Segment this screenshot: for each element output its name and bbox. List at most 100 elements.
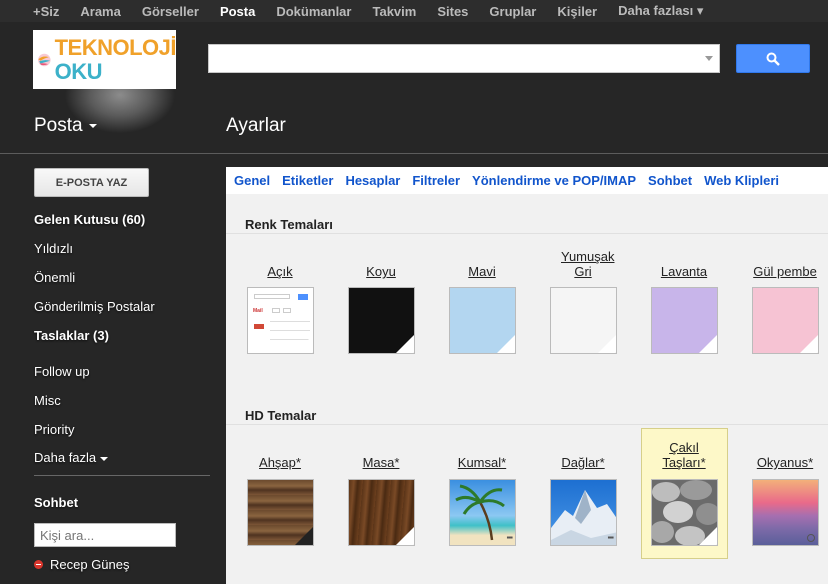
search-button[interactable] bbox=[736, 44, 810, 73]
topnav-groups[interactable]: Gruplar bbox=[489, 4, 536, 19]
theme-label: Çakıl Taşları* bbox=[662, 440, 706, 470]
desk-image-icon bbox=[348, 479, 415, 546]
wood-image-icon bbox=[247, 479, 314, 546]
theme-soft-gray-thumbnail bbox=[550, 287, 617, 354]
theme-label: Masa* bbox=[362, 455, 400, 470]
sidebar-item-inbox[interactable]: Gelen Kutusu (60) bbox=[34, 212, 145, 227]
tab-web-clips[interactable]: Web Klipleri bbox=[704, 173, 779, 188]
page-curl-icon bbox=[699, 335, 717, 353]
theme-soft-gray[interactable]: Yumuşak Gri bbox=[540, 247, 626, 357]
chevron-down-icon bbox=[100, 456, 109, 461]
pebbles-image-icon bbox=[651, 479, 718, 546]
theme-light-thumbnail: Mail bbox=[247, 287, 314, 354]
theme-wood[interactable]: Ahşap* bbox=[237, 437, 323, 547]
settings-tabs: Genel Etiketler Hesaplar Filtreler Yönle… bbox=[226, 167, 828, 194]
settings-panel: Genel Etiketler Hesaplar Filtreler Yönle… bbox=[226, 167, 828, 584]
theme-mountains[interactable]: Dağlar* ▪▪▪ bbox=[540, 437, 626, 547]
header-divider bbox=[0, 153, 828, 154]
sidebar-item-starred[interactable]: Yıldızlı bbox=[34, 241, 73, 256]
chat-contact[interactable]: Recep Güneş bbox=[34, 557, 130, 572]
logo-line-1: TEKNOLOJİ bbox=[54, 34, 177, 60]
chat-search-input[interactable] bbox=[35, 524, 175, 546]
logo-mark-icon bbox=[38, 53, 51, 66]
page-curl-icon bbox=[800, 335, 818, 353]
hd-themes-title: HD Temalar bbox=[245, 408, 317, 423]
logo-text: TEKNOLOJİ OKU bbox=[54, 34, 177, 84]
color-themes-divider bbox=[226, 233, 828, 234]
theme-label: Yumuşak Gri bbox=[561, 249, 615, 279]
topnav-contacts[interactable]: Kişiler bbox=[557, 4, 597, 19]
theme-rose-pink[interactable]: Gül pembe bbox=[742, 247, 828, 357]
sidebar-item-priority[interactable]: Priority bbox=[34, 422, 74, 437]
page-title: Ayarlar bbox=[226, 115, 286, 136]
theme-lavender-thumbnail bbox=[651, 287, 718, 354]
page-curl-icon bbox=[598, 335, 616, 353]
search-dropdown-icon[interactable] bbox=[705, 56, 713, 61]
ocean-image-icon bbox=[752, 479, 819, 546]
theme-label: Dağlar* bbox=[561, 455, 605, 470]
theme-desk[interactable]: Masa* bbox=[338, 437, 424, 547]
sidebar-item-misc[interactable]: Misc bbox=[34, 393, 61, 408]
sidebar-item-follow-up[interactable]: Follow up bbox=[34, 364, 90, 379]
theme-label: Okyanus* bbox=[756, 455, 814, 470]
theme-beach[interactable]: Kumsal* ▪▪▪ bbox=[439, 437, 525, 547]
tab-filters[interactable]: Filtreler bbox=[412, 173, 460, 188]
tab-labels[interactable]: Etiketler bbox=[282, 173, 333, 188]
tab-accounts[interactable]: Hesaplar bbox=[345, 173, 400, 188]
theme-blue[interactable]: Mavi bbox=[439, 247, 525, 357]
page-curl-icon bbox=[396, 527, 414, 545]
topnav-more[interactable]: Daha fazlası ▾ bbox=[618, 3, 703, 19]
chevron-down-icon bbox=[88, 124, 97, 128]
logo[interactable]: TEKNOLOJİ OKU bbox=[33, 30, 177, 89]
sidebar-item-sent[interactable]: Gönderilmiş Postalar bbox=[34, 299, 155, 314]
theme-lavender[interactable]: Lavanta bbox=[641, 247, 727, 357]
theme-label: Koyu bbox=[366, 264, 396, 279]
topnav-docs[interactable]: Dokümanlar bbox=[276, 4, 351, 19]
theme-dark[interactable]: Koyu bbox=[338, 247, 424, 357]
search-input[interactable] bbox=[209, 45, 719, 72]
theme-light[interactable]: Açık Mail bbox=[237, 247, 323, 357]
topnav-mail[interactable]: Posta bbox=[220, 4, 255, 19]
theme-label: Kumsal* bbox=[457, 455, 507, 470]
theme-label: Gül pembe bbox=[753, 264, 817, 279]
top-nav-bar: +Siz Arama Görseller Posta Dokümanlar Ta… bbox=[0, 0, 828, 22]
sidebar-item-drafts[interactable]: Taslaklar (3) bbox=[34, 328, 109, 343]
tab-general[interactable]: Genel bbox=[234, 173, 270, 188]
topnav-calendar[interactable]: Takvim bbox=[372, 4, 416, 19]
tab-chat[interactable]: Sohbet bbox=[648, 173, 692, 188]
mountain-image-icon: ▪▪▪ bbox=[550, 479, 617, 546]
theme-dark-thumbnail bbox=[348, 287, 415, 354]
app-switcher-menu[interactable]: Posta bbox=[34, 115, 97, 137]
topnav-sites[interactable]: Sites bbox=[437, 4, 468, 19]
app-switcher-label: Posta bbox=[34, 115, 83, 136]
topnav-search[interactable]: Arama bbox=[80, 4, 120, 19]
topnav-images[interactable]: Görseller bbox=[142, 4, 199, 19]
theme-label: Mavi bbox=[468, 264, 496, 279]
busy-status-icon bbox=[34, 560, 43, 569]
theme-label: Açık bbox=[267, 264, 293, 279]
compose-button[interactable]: E-POSTA YAZ bbox=[34, 168, 149, 197]
logo-line-2: OKU bbox=[54, 58, 103, 84]
chat-contact-name: Recep Güneş bbox=[50, 557, 130, 572]
search-icon bbox=[766, 52, 780, 66]
search-box bbox=[208, 44, 720, 73]
page-curl-icon bbox=[396, 335, 414, 353]
clock-icon bbox=[807, 534, 815, 542]
page-curl-icon bbox=[497, 335, 515, 353]
page-curl-icon bbox=[295, 335, 313, 353]
theme-ocean[interactable]: Okyanus* bbox=[742, 437, 828, 547]
more-icon: ▪▪▪ bbox=[607, 533, 613, 542]
page-curl-icon bbox=[295, 527, 313, 545]
topnav-plus-you[interactable]: +Siz bbox=[33, 4, 59, 19]
color-themes-title: Renk Temaları bbox=[245, 217, 333, 232]
sidebar-item-important[interactable]: Önemli bbox=[34, 270, 75, 285]
theme-label: Ahşap* bbox=[259, 455, 301, 470]
beach-image-icon: ▪▪▪ bbox=[449, 479, 516, 546]
theme-blue-thumbnail bbox=[449, 287, 516, 354]
sidebar-item-more[interactable]: Daha fazla bbox=[34, 450, 109, 465]
theme-pebbles[interactable]: Çakıl Taşları* bbox=[641, 428, 727, 559]
tab-forwarding-pop-imap[interactable]: Yönlendirme ve POP/IMAP bbox=[472, 173, 636, 188]
sidebar-item-more-label: Daha fazla bbox=[34, 450, 97, 465]
sidebar-divider bbox=[34, 475, 210, 476]
page-curl-icon bbox=[699, 527, 717, 545]
